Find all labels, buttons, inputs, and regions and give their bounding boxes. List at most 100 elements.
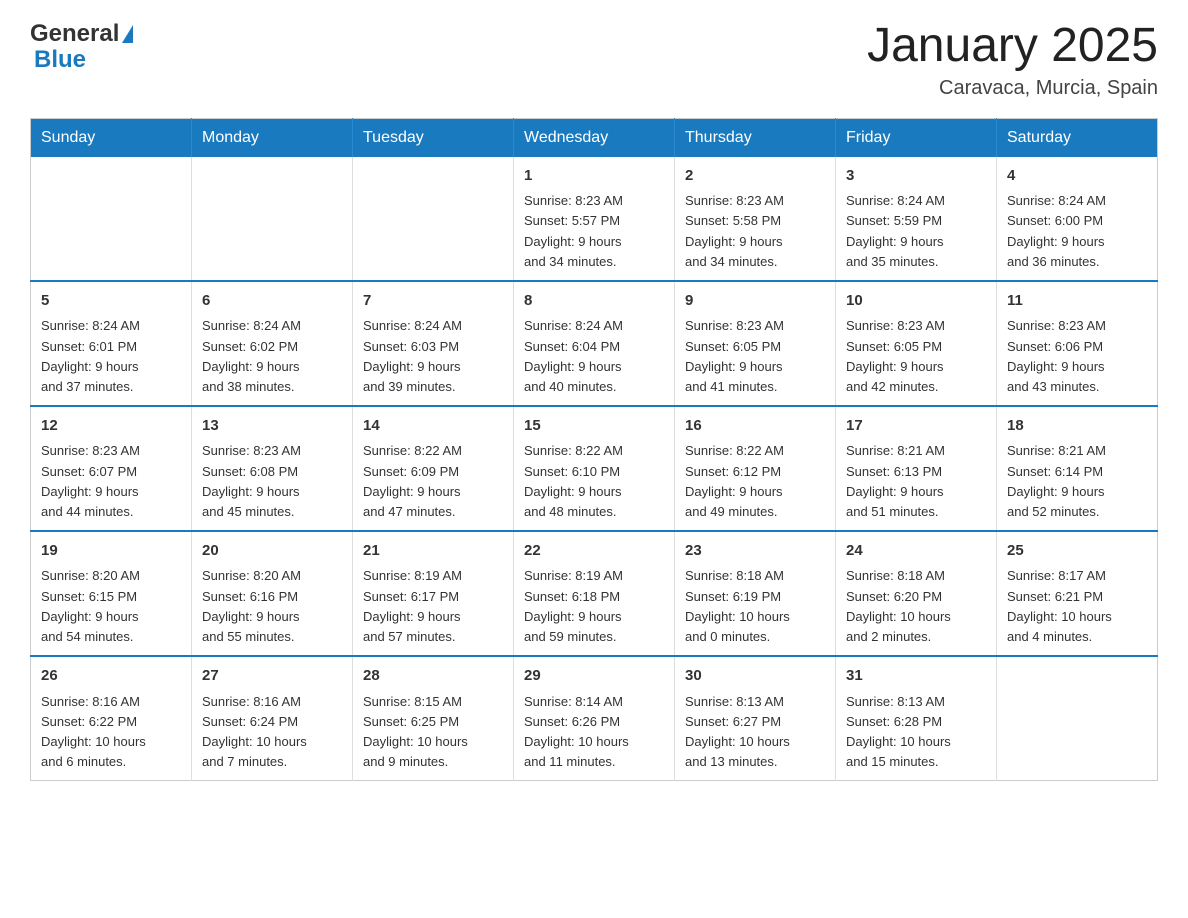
day-number: 10 bbox=[846, 290, 986, 313]
day-number: 15 bbox=[524, 415, 664, 438]
day-number: 1 bbox=[524, 165, 664, 188]
weekday-header-row: SundayMondayTuesdayWednesdayThursdayFrid… bbox=[31, 118, 1158, 157]
day-info: Sunrise: 8:20 AM Sunset: 6:15 PM Dayligh… bbox=[41, 566, 181, 647]
title-area: January 2025 Caravaca, Murcia, Spain bbox=[867, 20, 1158, 100]
day-number: 20 bbox=[202, 540, 342, 563]
day-info: Sunrise: 8:24 AM Sunset: 6:02 PM Dayligh… bbox=[202, 316, 342, 397]
calendar-cell: 24 Sunrise: 8:18 AM Sunset: 6:20 PM Dayli… bbox=[836, 531, 997, 656]
calendar-cell: 7Sunrise: 8:24 AM Sunset: 6:03 PM Daylig… bbox=[353, 281, 514, 406]
calendar-title: January 2025 bbox=[867, 20, 1158, 73]
day-info: Sunrise: 8:23 AM Sunset: 5:58 PM Dayligh… bbox=[685, 191, 825, 272]
calendar-cell: 27 Sunrise: 8:16 AM Sunset: 6:24 PM Dayli… bbox=[192, 656, 353, 781]
calendar-cell: 1 Sunrise: 8:23 AM Sunset: 5:57 PM Daylig… bbox=[514, 157, 675, 281]
calendar-cell: 13 Sunrise: 8:23 AM Sunset: 6:08 PM Dayli… bbox=[192, 406, 353, 531]
day-number: 12 bbox=[41, 415, 181, 438]
weekday-header-saturday: Saturday bbox=[997, 118, 1158, 157]
day-number: 8 bbox=[524, 290, 664, 313]
logo: General Blue bbox=[30, 20, 133, 74]
day-info: Sunrise: 8:19 AM Sunset: 6:18 PM Dayligh… bbox=[524, 566, 664, 647]
calendar-cell: 16 Sunrise: 8:22 AM Sunset: 6:12 PM Dayli… bbox=[675, 406, 836, 531]
day-number: 3 bbox=[846, 165, 986, 188]
calendar-cell bbox=[997, 656, 1158, 781]
day-number: 7 bbox=[363, 290, 503, 313]
day-info: Sunrise: 8:23 AM Sunset: 6:08 PM Dayligh… bbox=[202, 441, 342, 522]
calendar-cell: 17Sunrise: 8:21 AM Sunset: 6:13 PM Dayli… bbox=[836, 406, 997, 531]
day-info: Sunrise: 8:22 AM Sunset: 6:09 PM Dayligh… bbox=[363, 441, 503, 522]
day-info: Sunrise: 8:24 AM Sunset: 5:59 PM Dayligh… bbox=[846, 191, 986, 272]
calendar-cell: 29Sunrise: 8:14 AM Sunset: 6:26 PM Dayli… bbox=[514, 656, 675, 781]
calendar-cell: 11Sunrise: 8:23 AM Sunset: 6:06 PM Dayli… bbox=[997, 281, 1158, 406]
day-number: 23 bbox=[685, 540, 825, 563]
day-info: Sunrise: 8:24 AM Sunset: 6:04 PM Dayligh… bbox=[524, 316, 664, 397]
day-number: 26 bbox=[41, 665, 181, 688]
day-info: Sunrise: 8:13 AM Sunset: 6:27 PM Dayligh… bbox=[685, 692, 825, 773]
day-info: Sunrise: 8:17 AM Sunset: 6:21 PM Dayligh… bbox=[1007, 566, 1147, 647]
day-number: 17 bbox=[846, 415, 986, 438]
calendar-cell: 5Sunrise: 8:24 AM Sunset: 6:01 PM Daylig… bbox=[31, 281, 192, 406]
weekday-header-friday: Friday bbox=[836, 118, 997, 157]
week-row-1: 1 Sunrise: 8:23 AM Sunset: 5:57 PM Daylig… bbox=[31, 157, 1158, 281]
day-info: Sunrise: 8:24 AM Sunset: 6:00 PM Dayligh… bbox=[1007, 191, 1147, 272]
week-row-4: 19 Sunrise: 8:20 AM Sunset: 6:15 PM Dayli… bbox=[31, 531, 1158, 656]
calendar-cell bbox=[353, 157, 514, 281]
day-info: Sunrise: 8:21 AM Sunset: 6:14 PM Dayligh… bbox=[1007, 441, 1147, 522]
day-info: Sunrise: 8:22 AM Sunset: 6:10 PM Dayligh… bbox=[524, 441, 664, 522]
calendar-cell: 25Sunrise: 8:17 AM Sunset: 6:21 PM Dayli… bbox=[997, 531, 1158, 656]
calendar-cell: 22 Sunrise: 8:19 AM Sunset: 6:18 PM Dayli… bbox=[514, 531, 675, 656]
day-number: 27 bbox=[202, 665, 342, 688]
calendar-cell: 4 Sunrise: 8:24 AM Sunset: 6:00 PM Daylig… bbox=[997, 157, 1158, 281]
day-number: 16 bbox=[685, 415, 825, 438]
logo-general-text: General bbox=[30, 20, 119, 48]
day-number: 21 bbox=[363, 540, 503, 563]
day-info: Sunrise: 8:16 AM Sunset: 6:22 PM Dayligh… bbox=[41, 692, 181, 773]
day-info: Sunrise: 8:23 AM Sunset: 6:05 PM Dayligh… bbox=[685, 316, 825, 397]
calendar-cell: 10 Sunrise: 8:23 AM Sunset: 6:05 PM Dayli… bbox=[836, 281, 997, 406]
calendar-cell: 21Sunrise: 8:19 AM Sunset: 6:17 PM Dayli… bbox=[353, 531, 514, 656]
day-number: 18 bbox=[1007, 415, 1147, 438]
day-number: 9 bbox=[685, 290, 825, 313]
calendar-cell: 14 Sunrise: 8:22 AM Sunset: 6:09 PM Dayli… bbox=[353, 406, 514, 531]
calendar-cell: 18 Sunrise: 8:21 AM Sunset: 6:14 PM Dayli… bbox=[997, 406, 1158, 531]
day-number: 28 bbox=[363, 665, 503, 688]
logo-triangle-icon bbox=[122, 25, 133, 43]
day-info: Sunrise: 8:16 AM Sunset: 6:24 PM Dayligh… bbox=[202, 692, 342, 773]
weekday-header-wednesday: Wednesday bbox=[514, 118, 675, 157]
calendar-cell: 12Sunrise: 8:23 AM Sunset: 6:07 PM Dayli… bbox=[31, 406, 192, 531]
day-info: Sunrise: 8:24 AM Sunset: 6:01 PM Dayligh… bbox=[41, 316, 181, 397]
weekday-header-sunday: Sunday bbox=[31, 118, 192, 157]
header: General Blue January 2025 Caravaca, Murc… bbox=[30, 20, 1158, 100]
day-number: 29 bbox=[524, 665, 664, 688]
day-info: Sunrise: 8:18 AM Sunset: 6:20 PM Dayligh… bbox=[846, 566, 986, 647]
calendar-cell: 9 Sunrise: 8:23 AM Sunset: 6:05 PM Daylig… bbox=[675, 281, 836, 406]
calendar-cell: 20 Sunrise: 8:20 AM Sunset: 6:16 PM Dayli… bbox=[192, 531, 353, 656]
day-info: Sunrise: 8:15 AM Sunset: 6:25 PM Dayligh… bbox=[363, 692, 503, 773]
day-number: 31 bbox=[846, 665, 986, 688]
calendar-cell bbox=[31, 157, 192, 281]
calendar-cell bbox=[192, 157, 353, 281]
day-info: Sunrise: 8:20 AM Sunset: 6:16 PM Dayligh… bbox=[202, 566, 342, 647]
calendar-cell: 6 Sunrise: 8:24 AM Sunset: 6:02 PM Daylig… bbox=[192, 281, 353, 406]
calendar-cell: 19 Sunrise: 8:20 AM Sunset: 6:15 PM Dayli… bbox=[31, 531, 192, 656]
day-number: 14 bbox=[363, 415, 503, 438]
weekday-header-tuesday: Tuesday bbox=[353, 118, 514, 157]
day-info: Sunrise: 8:23 AM Sunset: 5:57 PM Dayligh… bbox=[524, 191, 664, 272]
calendar-table: SundayMondayTuesdayWednesdayThursdayFrid… bbox=[30, 118, 1158, 781]
day-info: Sunrise: 8:23 AM Sunset: 6:06 PM Dayligh… bbox=[1007, 316, 1147, 397]
calendar-cell: 8 Sunrise: 8:24 AM Sunset: 6:04 PM Daylig… bbox=[514, 281, 675, 406]
calendar-cell: 15 Sunrise: 8:22 AM Sunset: 6:10 PM Dayli… bbox=[514, 406, 675, 531]
day-info: Sunrise: 8:23 AM Sunset: 6:05 PM Dayligh… bbox=[846, 316, 986, 397]
calendar-cell: 30Sunrise: 8:13 AM Sunset: 6:27 PM Dayli… bbox=[675, 656, 836, 781]
day-number: 24 bbox=[846, 540, 986, 563]
week-row-2: 5Sunrise: 8:24 AM Sunset: 6:01 PM Daylig… bbox=[31, 281, 1158, 406]
day-info: Sunrise: 8:22 AM Sunset: 6:12 PM Dayligh… bbox=[685, 441, 825, 522]
day-number: 22 bbox=[524, 540, 664, 563]
calendar-cell: 3 Sunrise: 8:24 AM Sunset: 5:59 PM Daylig… bbox=[836, 157, 997, 281]
day-number: 4 bbox=[1007, 165, 1147, 188]
week-row-5: 26 Sunrise: 8:16 AM Sunset: 6:22 PM Dayli… bbox=[31, 656, 1158, 781]
day-number: 6 bbox=[202, 290, 342, 313]
day-number: 19 bbox=[41, 540, 181, 563]
week-row-3: 12Sunrise: 8:23 AM Sunset: 6:07 PM Dayli… bbox=[31, 406, 1158, 531]
day-number: 13 bbox=[202, 415, 342, 438]
calendar-cell: 2Sunrise: 8:23 AM Sunset: 5:58 PM Daylig… bbox=[675, 157, 836, 281]
calendar-cell: 28 Sunrise: 8:15 AM Sunset: 6:25 PM Dayli… bbox=[353, 656, 514, 781]
